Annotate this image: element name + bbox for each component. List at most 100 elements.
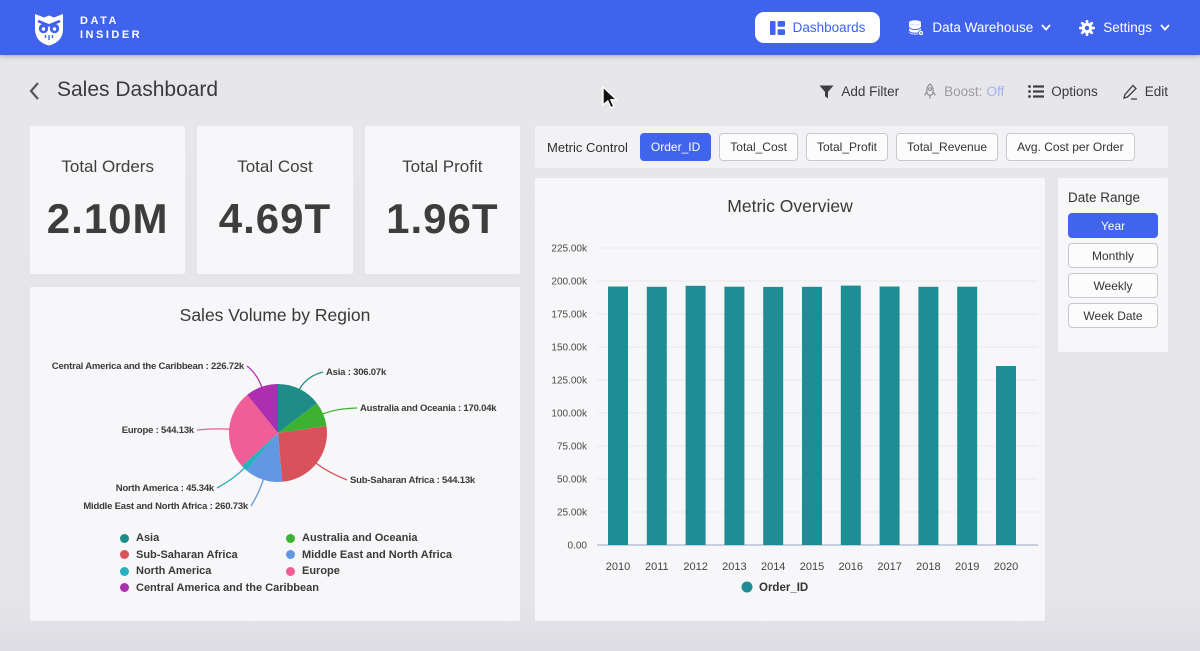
bar-2017[interactable] [880, 287, 900, 546]
legend-item-australia-and-oceania[interactable]: Australia and Oceania [286, 532, 418, 544]
brand: DATA INSIDER [30, 9, 142, 47]
mouse-cursor [600, 86, 622, 110]
legend-item-middle-east-and-north-africa[interactable]: Middle East and North Africa [286, 549, 452, 561]
page-title: Sales Dashboard [57, 78, 218, 102]
pie-callout-label: Europe : 544.13k [122, 425, 195, 436]
pie-callout-line [217, 468, 245, 488]
x-tick-label: 2016 [839, 561, 863, 573]
legend-dot-icon [286, 550, 295, 559]
bar-2012[interactable] [686, 286, 706, 545]
add-filter-label: Add Filter [841, 84, 899, 99]
date-range-option-year[interactable]: Year [1068, 213, 1158, 238]
bar-legend-label: Order_ID [759, 582, 808, 594]
kpi-card-total-orders: Total Orders 2.10M [30, 126, 185, 274]
date-range-option-weekly[interactable]: Weekly [1068, 273, 1158, 298]
pie-callout-line [251, 479, 264, 506]
dashboards-grid-icon [770, 21, 785, 35]
y-tick-label: 0.00 [568, 541, 588, 552]
bar-chart: 0.0025.00k50.00k75.00k100.00k125.00k150.… [535, 178, 1045, 621]
kpi-label: Total Profit [402, 157, 482, 177]
legend-dot-icon [286, 567, 295, 576]
data-warehouse-label: Data Warehouse [932, 20, 1033, 35]
date-range-option-monthly[interactable]: Monthly [1068, 243, 1158, 268]
y-tick-label: 175.00k [551, 310, 588, 321]
legend-item-central-america-and-the-caribbean[interactable]: Central America and the Caribbean [120, 582, 319, 594]
metric-chip-total-cost[interactable]: Total_Cost [719, 133, 798, 161]
bar-2018[interactable] [918, 287, 938, 545]
legend-dot-icon [120, 567, 129, 576]
add-filter-button[interactable]: Add Filter [819, 84, 899, 99]
x-tick-label: 2017 [877, 561, 901, 573]
brand-text: DATA INSIDER [80, 14, 142, 42]
edit-button[interactable]: Edit [1122, 84, 1168, 100]
settings-menu[interactable]: Settings [1079, 20, 1170, 36]
metric-chip-avg-cost-per-order[interactable]: Avg. Cost per Order [1006, 133, 1135, 161]
settings-label: Settings [1103, 20, 1152, 35]
header-actions: Add Filter Boost: Off Options Edit [819, 83, 1168, 100]
options-button[interactable]: Options [1028, 84, 1098, 99]
y-tick-label: 50.00k [557, 475, 588, 486]
y-tick-label: 225.00k [551, 244, 588, 255]
kpi-row: Total Orders 2.10M Total Cost 4.69T Total Pr… [30, 126, 520, 274]
pencil-icon [1122, 84, 1138, 100]
x-tick-label: 2011 [645, 561, 669, 573]
legend-item-sub-saharan-africa[interactable]: Sub-Saharan Africa [120, 549, 238, 561]
y-tick-label: 125.00k [551, 376, 588, 387]
pie-callout-line [247, 366, 262, 388]
data-warehouse-menu[interactable]: Data Warehouse [908, 20, 1051, 36]
kpi-card-total-profit: Total Profit 1.96T [365, 126, 520, 274]
options-label: Options [1051, 84, 1098, 99]
legend-item-north-america[interactable]: North America [120, 565, 211, 577]
bar-2015[interactable] [802, 287, 822, 545]
kpi-card-total-cost: Total Cost 4.69T [197, 126, 352, 274]
metric-chip-total-profit[interactable]: Total_Profit [806, 133, 888, 161]
kpi-label: Total Orders [61, 157, 154, 177]
chevron-down-icon [1041, 24, 1051, 31]
y-tick-label: 150.00k [551, 343, 588, 354]
bar-2014[interactable] [763, 287, 783, 545]
boost-label: Boost: [944, 84, 982, 99]
metric-chip-order-id[interactable]: Order_ID [640, 133, 711, 161]
legend-label: Europe [302, 565, 340, 577]
chevron-down-icon [1160, 24, 1170, 31]
bar-chart-card: Metric Overview 0.0025.00k50.00k75.00k10… [535, 178, 1045, 621]
x-tick-label: 2010 [606, 561, 630, 573]
legend-item-europe[interactable]: Europe [286, 565, 340, 577]
date-range-label: Date Range [1068, 190, 1158, 205]
options-list-icon [1028, 85, 1044, 98]
kpi-value: 2.10M [47, 195, 169, 243]
pie-callout-line [322, 408, 357, 414]
x-tick-label: 2012 [683, 561, 707, 573]
pie-callout-label: North America : 45.34k [116, 483, 215, 494]
database-icon [908, 20, 924, 36]
pie-callout-label: Asia : 306.07k [326, 367, 387, 378]
pie-callout-label: Australia and Oceania : 170.04k [360, 403, 497, 414]
metric-chip-total-revenue[interactable]: Total_Revenue [896, 133, 998, 161]
dashboards-button[interactable]: Dashboards [755, 12, 881, 43]
pie-slice-sub-saharan-africa[interactable] [278, 426, 327, 482]
bar-2020[interactable] [996, 366, 1016, 545]
bar-2019[interactable] [957, 287, 977, 545]
kpi-value: 4.69T [219, 195, 331, 243]
boost-toggle[interactable]: Boost: Off [923, 83, 1004, 100]
legend-label: North America [136, 565, 211, 577]
back-button[interactable] [27, 81, 41, 106]
pie-callout-line [316, 463, 347, 480]
bar-2010[interactable] [608, 287, 628, 546]
kpi-label: Total Cost [237, 157, 313, 177]
x-tick-label: 2014 [761, 561, 785, 573]
x-tick-label: 2015 [800, 561, 824, 573]
x-tick-label: 2019 [955, 561, 979, 573]
bar-2016[interactable] [841, 286, 861, 545]
y-tick-label: 100.00k [551, 409, 588, 420]
y-tick-label: 75.00k [557, 442, 588, 453]
pie-chart-card: Sales Volume by Region Asia : 306.07kAus… [30, 287, 520, 621]
metric-control-strip: Metric Control Order_ID Total_Cost Total_P… [535, 126, 1168, 168]
date-range-option-week-date[interactable]: Week Date [1068, 303, 1158, 328]
bar-2013[interactable] [724, 287, 744, 545]
x-tick-label: 2013 [722, 561, 746, 573]
metric-control-label: Metric Control [547, 140, 628, 155]
bar-2011[interactable] [647, 287, 667, 545]
kpi-value: 1.96T [386, 195, 498, 243]
legend-item-asia[interactable]: Asia [120, 532, 159, 544]
